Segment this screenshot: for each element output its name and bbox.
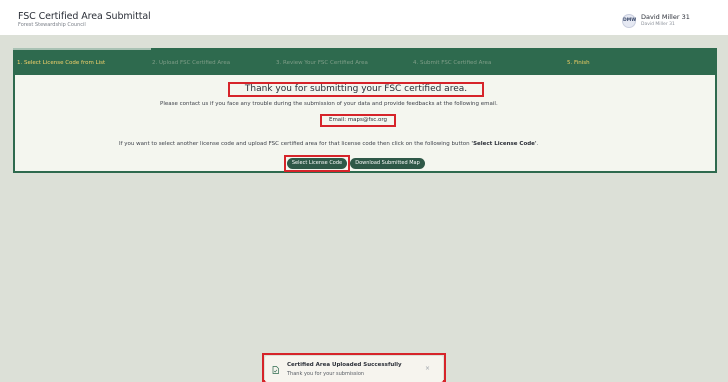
contact-text: Please contact us if you face any troubl…	[160, 101, 498, 107]
toast-message: Thank you for your submission	[287, 371, 365, 377]
wizard-stepper: 1. Select License Code from List 2. Uplo…	[13, 48, 717, 75]
select-license-instruction: If you want to select another license co…	[119, 141, 538, 147]
thank-you-heading: Thank you for submitting your FSC certif…	[228, 82, 484, 97]
instruction-text: If you want to select another license co…	[119, 141, 472, 147]
app-header: FSC Certified Area Submittal Forest Stew…	[0, 0, 728, 35]
support-email[interactable]: Email: maps@fsc.org	[320, 114, 396, 127]
document-check-icon	[272, 366, 279, 374]
user-avatar[interactable]: DMW	[622, 14, 636, 28]
user-subtitle: David Miller 31	[641, 22, 675, 27]
stepper-progress-bar	[13, 48, 151, 50]
select-license-code-button[interactable]: Select License Code	[287, 158, 347, 169]
step-submit-area[interactable]: 4. Submit FSC Certified Area	[413, 60, 491, 66]
step-select-license-code[interactable]: 1. Select License Code from List	[17, 60, 105, 66]
instruction-emphasis: 'Select License Code'	[471, 141, 537, 147]
step-finish[interactable]: 5. Finish	[567, 60, 590, 66]
step-upload-area[interactable]: 2. Upload FSC Certified Area	[152, 60, 230, 66]
instruction-suffix: .	[536, 141, 539, 147]
success-toast: Certified Area Uploaded Successfully Tha…	[265, 356, 443, 382]
download-submitted-map-button[interactable]: Download Submitted Map	[350, 158, 425, 169]
step-review-area[interactable]: 3. Review Your FSC Certified Area	[276, 60, 368, 66]
toast-title: Certified Area Uploaded Successfully	[287, 362, 402, 368]
user-name[interactable]: David Miller 31	[641, 13, 690, 21]
app-title: FSC Certified Area Submittal	[18, 11, 151, 22]
close-icon[interactable]: ×	[425, 365, 430, 373]
app-subtitle: Forest Stewardship Council	[18, 22, 86, 28]
